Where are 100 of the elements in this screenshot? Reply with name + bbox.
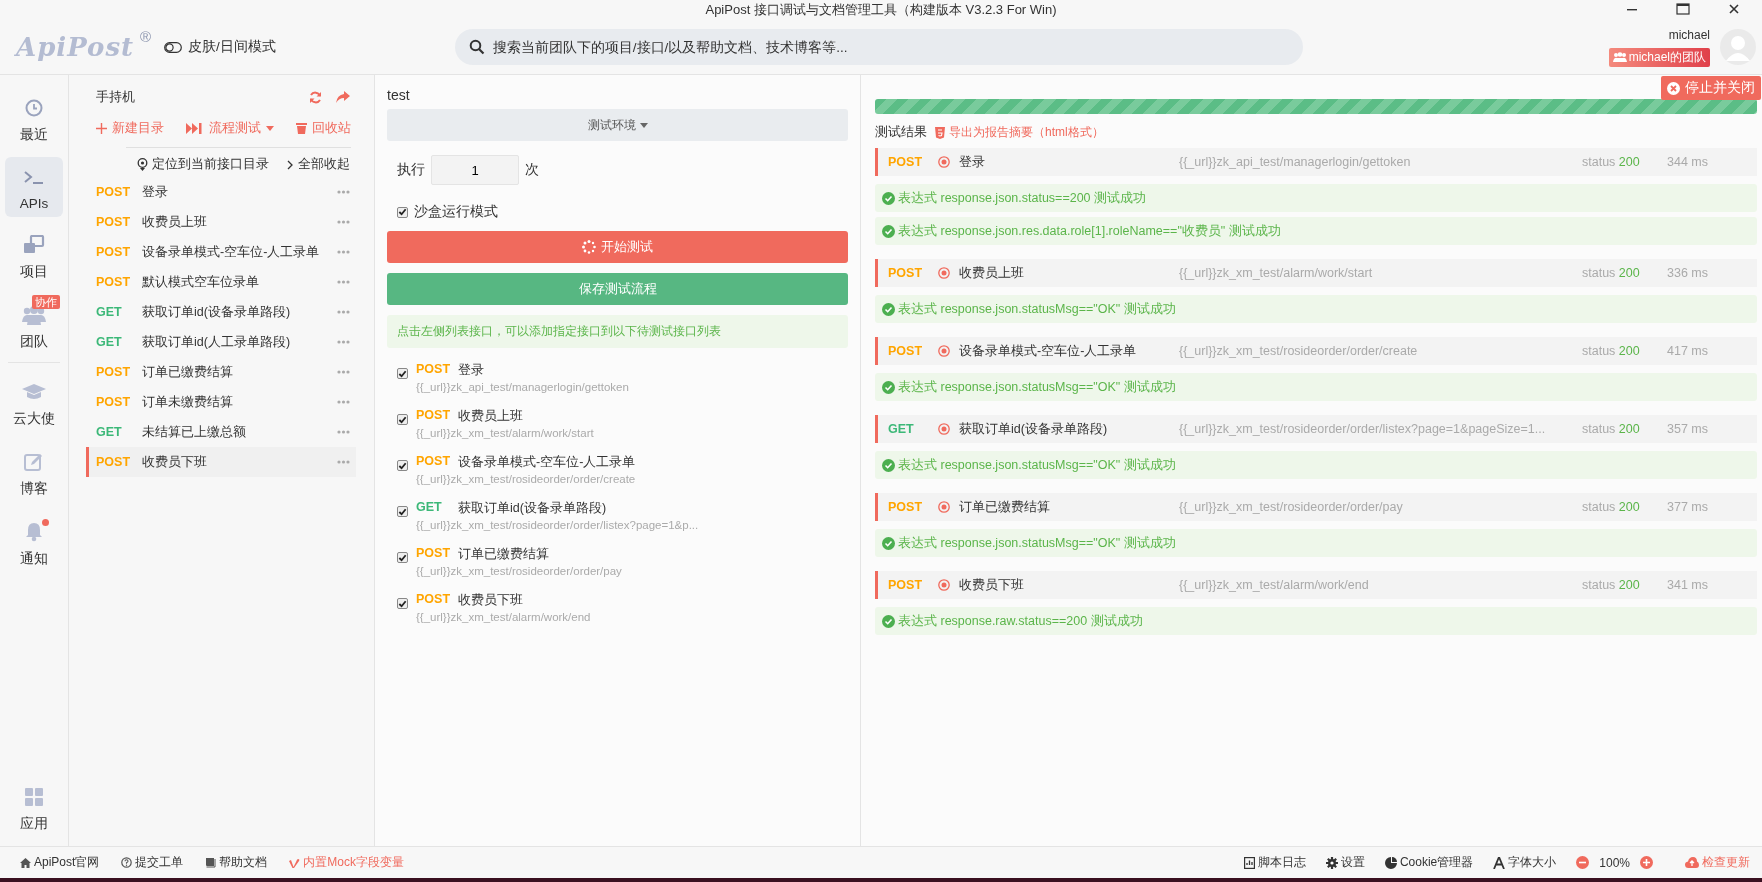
runs-input[interactable]: 1 <box>431 155 519 185</box>
target-icon <box>938 156 950 168</box>
home-icon <box>20 857 31 868</box>
result-row[interactable]: POST 收费员上班 {{_url}}zk_xm_test/alarm/work/start status 200 336 ms <box>875 259 1757 287</box>
method-label: GET <box>96 305 123 319</box>
nav-item[interactable]: APIs <box>5 157 63 217</box>
api-list-item[interactable]: POST 收费员下班 <box>86 447 356 477</box>
nav-item[interactable]: 项目 <box>5 224 63 287</box>
window-title: ApiPost 接口调试与文档管理工具（构建版本 V3.2.3 For Win) <box>705 1 1057 19</box>
api-url: {{_url}}zk_xm_test/rosideorder/order/create <box>1179 344 1419 358</box>
status-code: status 200 <box>1582 155 1641 169</box>
assertion-result: 表达式 response.raw.status==200 测试成功 <box>898 612 1143 630</box>
close-icon[interactable] <box>1728 3 1740 15</box>
footer-tool[interactable]: 设置 <box>1325 854 1365 871</box>
more-icon[interactable] <box>337 460 350 464</box>
windows-icon <box>23 235 45 255</box>
chart-icon <box>1243 856 1255 869</box>
more-icon[interactable] <box>337 430 350 434</box>
locate-link[interactable]: 定位到当前接口目录 <box>137 156 269 173</box>
theme-toggle[interactable]: 皮肤/日间模式 <box>164 38 276 56</box>
share-icon[interactable] <box>336 91 350 103</box>
step-checkbox[interactable] <box>397 368 408 379</box>
nav-item[interactable]: 云大使 <box>5 371 63 434</box>
api-list-item[interactable]: POST 收费员上班 <box>86 207 356 237</box>
footer-tool[interactable]: 脚本日志 <box>1243 854 1306 871</box>
result-row[interactable]: POST 订单已缴费结算 {{_url}}zk_xm_test/rosideorder/order/pay status 200 377 ms <box>875 493 1757 521</box>
footer-link[interactable]: ApiPost官网 <box>20 854 100 871</box>
api-name: 获取订单id(设备录单路段) <box>959 420 1109 438</box>
zoom-out-icon[interactable] <box>1576 856 1590 869</box>
api-url: {{_url}}zk_api_test/managerlogin/gettoken <box>416 381 629 393</box>
api-list-item[interactable]: POST 默认模式空车位录单 <box>86 267 356 297</box>
api-name: 登录 <box>458 362 484 379</box>
api-name: 设备录单模式-空车位-人工录单 <box>458 454 636 471</box>
v-icon <box>289 857 301 868</box>
zoom-in-icon[interactable] <box>1640 856 1653 869</box>
location-icon <box>137 158 148 171</box>
more-icon[interactable] <box>337 220 350 224</box>
step-checkbox[interactable] <box>397 414 408 425</box>
more-icon[interactable] <box>337 190 350 194</box>
nav-item[interactable]: 博客 <box>5 441 63 504</box>
api-list-item[interactable]: POST 订单已缴费结算 <box>86 357 356 387</box>
more-icon[interactable] <box>337 250 350 254</box>
check-circle-icon <box>882 614 895 628</box>
api-list-item[interactable]: GET 获取订单id(人工录单路段) <box>86 327 356 357</box>
api-name: 获取订单id(人工录单路段) <box>142 333 292 351</box>
api-name: 获取订单id(设备录单路段) <box>142 303 292 321</box>
nav-item[interactable]: 最近 <box>5 87 63 150</box>
api-name: 收费员上班 <box>458 408 523 425</box>
api-list-item[interactable]: POST 登录 <box>86 177 356 207</box>
footer-tool[interactable]: Cookie管理器 <box>1384 854 1474 871</box>
api-list-item[interactable]: POST 订单未缴费结算 <box>86 387 356 417</box>
target-icon <box>938 267 950 279</box>
api-name: 设备录单模式-空车位-人工录单 <box>959 342 1138 360</box>
terminal-icon <box>23 170 45 186</box>
step-checkbox[interactable] <box>397 506 408 517</box>
method-label: POST <box>416 546 452 562</box>
api-name: 收费员下班 <box>142 453 208 471</box>
api-list-item[interactable]: POST 设备录单模式-空车位-人工录单 <box>86 237 356 267</box>
target-icon <box>938 345 950 357</box>
check-circle-icon <box>882 191 895 205</box>
api-list-item[interactable]: GET 未结算已上缴总额 <box>86 417 356 447</box>
bell-icon <box>25 522 43 542</box>
settings-icon <box>1325 856 1338 869</box>
footer-tool[interactable]: 字体大小 <box>1493 854 1557 871</box>
footer-link[interactable]: 提交工单 <box>121 854 184 871</box>
status-code: status 200 <box>1582 578 1641 592</box>
collapse-all-link[interactable]: 全部收起 <box>287 156 350 173</box>
nav-item[interactable]: 应用 <box>5 776 63 839</box>
result-row[interactable]: GET 获取订单id(设备录单路段) {{_url}}zk_xm_test/rosideorder/order/listex?page=1&pageSize=1... status 200 357 ms <box>875 415 1757 443</box>
api-name: 收费员下班 <box>458 592 523 609</box>
footer-link[interactable]: 帮助文档 <box>205 854 268 871</box>
more-icon[interactable] <box>337 400 350 404</box>
step-checkbox[interactable] <box>397 460 408 471</box>
status-code: status 200 <box>1582 422 1641 436</box>
sandbox-checkbox[interactable] <box>397 206 408 218</box>
result-row[interactable]: POST 收费员下班 {{_url}}zk_xm_test/alarm/work/end status 200 341 ms <box>875 571 1757 599</box>
more-icon[interactable] <box>337 280 350 284</box>
method-label: POST <box>416 454 452 470</box>
assertion-result: 表达式 response.json.statusMsg=="OK" 测试成功 <box>898 300 1176 318</box>
more-icon[interactable] <box>337 310 350 314</box>
team-badge[interactable]: michael的团队 <box>1608 47 1710 67</box>
more-icon[interactable] <box>337 370 350 374</box>
step-checkbox[interactable] <box>397 552 408 563</box>
environment-dropdown[interactable]: 测试环境 <box>387 109 848 141</box>
api-name: 订单已缴费结算 <box>959 498 1051 516</box>
method-label: POST <box>96 455 132 469</box>
result-row[interactable]: POST 登录 {{_url}}zk_api_test/managerlogin/gettoken status 200 344 ms <box>875 148 1757 176</box>
step-checkbox[interactable] <box>397 598 408 609</box>
maximize-icon[interactable] <box>1676 3 1690 15</box>
nav-item[interactable]: 通知 <box>5 511 63 574</box>
method-label: POST <box>96 245 132 259</box>
nav-item[interactable]: 协作 团队 <box>5 294 63 357</box>
more-icon[interactable] <box>337 340 350 344</box>
help-icon <box>121 857 133 868</box>
api-list-item[interactable]: GET 获取订单id(设备录单路段) <box>86 297 356 327</box>
search-field[interactable]: 搜索当前团队下的项目/接口/以及帮助文档、技术博客等... <box>454 29 1303 65</box>
target-icon <box>938 579 950 591</box>
refresh-icon[interactable] <box>309 91 322 104</box>
api-name: 默认模式空车位录单 <box>142 273 260 291</box>
result-row[interactable]: POST 设备录单模式-空车位-人工录单 {{_url}}zk_xm_test/rosideorder/order/create status 200 417 ms <box>875 337 1757 365</box>
